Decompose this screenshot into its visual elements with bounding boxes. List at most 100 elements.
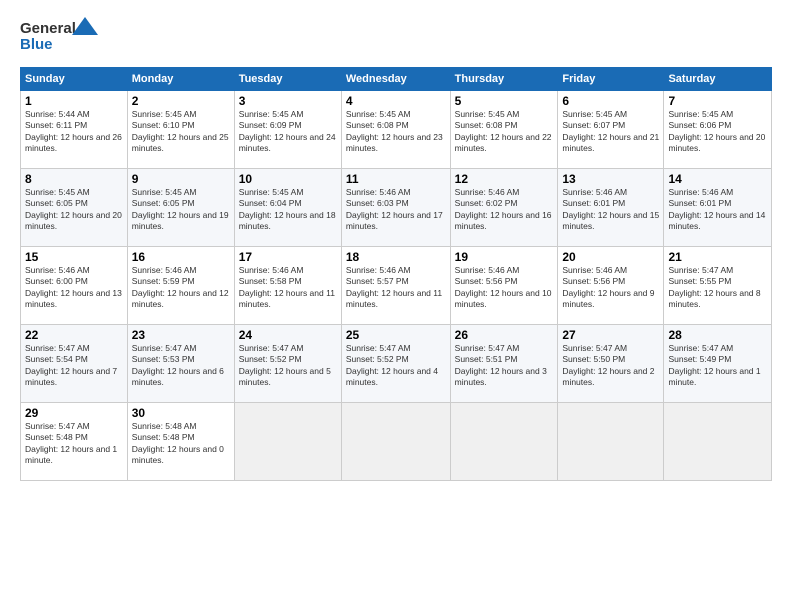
- calendar-day-cell: [234, 403, 341, 481]
- day-info: Sunrise: 5:46 AMSunset: 6:02 PMDaylight:…: [455, 187, 552, 231]
- day-number: 23: [132, 328, 230, 342]
- day-info: Sunrise: 5:47 AMSunset: 5:54 PMDaylight:…: [25, 343, 117, 387]
- calendar-day-cell: 16 Sunrise: 5:46 AMSunset: 5:59 PMDaylig…: [127, 247, 234, 325]
- day-info: Sunrise: 5:45 AMSunset: 6:07 PMDaylight:…: [562, 109, 659, 153]
- calendar-day-cell: 27 Sunrise: 5:47 AMSunset: 5:50 PMDaylig…: [558, 325, 664, 403]
- day-info: Sunrise: 5:47 AMSunset: 5:53 PMDaylight:…: [132, 343, 224, 387]
- day-number: 25: [346, 328, 446, 342]
- calendar-day-cell: [664, 403, 772, 481]
- col-sunday: Sunday: [21, 68, 128, 91]
- header: General Blue: [20, 15, 772, 57]
- calendar-day-cell: 2 Sunrise: 5:45 AMSunset: 6:10 PMDayligh…: [127, 91, 234, 169]
- col-friday: Friday: [558, 68, 664, 91]
- calendar-day-cell: 30 Sunrise: 5:48 AMSunset: 5:48 PMDaylig…: [127, 403, 234, 481]
- day-info: Sunrise: 5:48 AMSunset: 5:48 PMDaylight:…: [132, 421, 224, 465]
- day-number: 27: [562, 328, 659, 342]
- logo: General Blue: [20, 15, 100, 57]
- day-number: 5: [455, 94, 554, 108]
- day-info: Sunrise: 5:45 AMSunset: 6:08 PMDaylight:…: [346, 109, 443, 153]
- calendar-day-cell: 17 Sunrise: 5:46 AMSunset: 5:58 PMDaylig…: [234, 247, 341, 325]
- day-number: 10: [239, 172, 337, 186]
- day-number: 3: [239, 94, 337, 108]
- calendar-day-cell: 23 Sunrise: 5:47 AMSunset: 5:53 PMDaylig…: [127, 325, 234, 403]
- calendar-day-cell: 8 Sunrise: 5:45 AMSunset: 6:05 PMDayligh…: [21, 169, 128, 247]
- calendar-day-cell: 10 Sunrise: 5:45 AMSunset: 6:04 PMDaylig…: [234, 169, 341, 247]
- calendar-day-cell: 5 Sunrise: 5:45 AMSunset: 6:08 PMDayligh…: [450, 91, 558, 169]
- calendar-day-cell: 28 Sunrise: 5:47 AMSunset: 5:49 PMDaylig…: [664, 325, 772, 403]
- day-info: Sunrise: 5:45 AMSunset: 6:06 PMDaylight:…: [668, 109, 765, 153]
- col-saturday: Saturday: [664, 68, 772, 91]
- calendar-week-row: 1 Sunrise: 5:44 AMSunset: 6:11 PMDayligh…: [21, 91, 772, 169]
- day-info: Sunrise: 5:46 AMSunset: 5:56 PMDaylight:…: [455, 265, 552, 309]
- day-number: 4: [346, 94, 446, 108]
- day-number: 17: [239, 250, 337, 264]
- day-info: Sunrise: 5:45 AMSunset: 6:05 PMDaylight:…: [25, 187, 122, 231]
- day-number: 30: [132, 406, 230, 420]
- day-info: Sunrise: 5:45 AMSunset: 6:04 PMDaylight:…: [239, 187, 336, 231]
- calendar-day-cell: 3 Sunrise: 5:45 AMSunset: 6:09 PMDayligh…: [234, 91, 341, 169]
- page: General Blue Sunday Monday Tuesday Wedne…: [0, 0, 792, 612]
- calendar-day-cell: 12 Sunrise: 5:46 AMSunset: 6:02 PMDaylig…: [450, 169, 558, 247]
- calendar-week-row: 15 Sunrise: 5:46 AMSunset: 6:00 PMDaylig…: [21, 247, 772, 325]
- day-info: Sunrise: 5:46 AMSunset: 5:56 PMDaylight:…: [562, 265, 654, 309]
- calendar-day-cell: 13 Sunrise: 5:46 AMSunset: 6:01 PMDaylig…: [558, 169, 664, 247]
- day-info: Sunrise: 5:46 AMSunset: 5:57 PMDaylight:…: [346, 265, 442, 309]
- day-number: 29: [25, 406, 123, 420]
- calendar-day-cell: 6 Sunrise: 5:45 AMSunset: 6:07 PMDayligh…: [558, 91, 664, 169]
- day-number: 6: [562, 94, 659, 108]
- col-thursday: Thursday: [450, 68, 558, 91]
- day-number: 9: [132, 172, 230, 186]
- day-number: 15: [25, 250, 123, 264]
- day-info: Sunrise: 5:47 AMSunset: 5:49 PMDaylight:…: [668, 343, 760, 387]
- calendar-week-row: 22 Sunrise: 5:47 AMSunset: 5:54 PMDaylig…: [21, 325, 772, 403]
- calendar-week-row: 29 Sunrise: 5:47 AMSunset: 5:48 PMDaylig…: [21, 403, 772, 481]
- calendar-day-cell: 14 Sunrise: 5:46 AMSunset: 6:01 PMDaylig…: [664, 169, 772, 247]
- day-number: 12: [455, 172, 554, 186]
- svg-text:General: General: [20, 20, 76, 37]
- svg-text:Blue: Blue: [20, 36, 53, 53]
- calendar-day-cell: 24 Sunrise: 5:47 AMSunset: 5:52 PMDaylig…: [234, 325, 341, 403]
- col-wednesday: Wednesday: [341, 68, 450, 91]
- calendar-day-cell: [341, 403, 450, 481]
- calendar-day-cell: 26 Sunrise: 5:47 AMSunset: 5:51 PMDaylig…: [450, 325, 558, 403]
- day-info: Sunrise: 5:44 AMSunset: 6:11 PMDaylight:…: [25, 109, 122, 153]
- day-number: 19: [455, 250, 554, 264]
- calendar-day-cell: 21 Sunrise: 5:47 AMSunset: 5:55 PMDaylig…: [664, 247, 772, 325]
- day-number: 16: [132, 250, 230, 264]
- day-info: Sunrise: 5:47 AMSunset: 5:48 PMDaylight:…: [25, 421, 117, 465]
- day-info: Sunrise: 5:46 AMSunset: 6:03 PMDaylight:…: [346, 187, 443, 231]
- day-number: 7: [668, 94, 767, 108]
- col-tuesday: Tuesday: [234, 68, 341, 91]
- day-info: Sunrise: 5:46 AMSunset: 6:01 PMDaylight:…: [562, 187, 659, 231]
- day-number: 24: [239, 328, 337, 342]
- calendar-day-cell: 29 Sunrise: 5:47 AMSunset: 5:48 PMDaylig…: [21, 403, 128, 481]
- day-info: Sunrise: 5:47 AMSunset: 5:52 PMDaylight:…: [239, 343, 331, 387]
- calendar-day-cell: [558, 403, 664, 481]
- day-info: Sunrise: 5:45 AMSunset: 6:05 PMDaylight:…: [132, 187, 229, 231]
- day-number: 20: [562, 250, 659, 264]
- calendar-day-cell: 25 Sunrise: 5:47 AMSunset: 5:52 PMDaylig…: [341, 325, 450, 403]
- calendar-week-row: 8 Sunrise: 5:45 AMSunset: 6:05 PMDayligh…: [21, 169, 772, 247]
- calendar-day-cell: 15 Sunrise: 5:46 AMSunset: 6:00 PMDaylig…: [21, 247, 128, 325]
- day-number: 28: [668, 328, 767, 342]
- calendar-day-cell: 9 Sunrise: 5:45 AMSunset: 6:05 PMDayligh…: [127, 169, 234, 247]
- day-number: 18: [346, 250, 446, 264]
- day-info: Sunrise: 5:47 AMSunset: 5:52 PMDaylight:…: [346, 343, 438, 387]
- day-info: Sunrise: 5:45 AMSunset: 6:10 PMDaylight:…: [132, 109, 229, 153]
- day-info: Sunrise: 5:46 AMSunset: 6:00 PMDaylight:…: [25, 265, 122, 309]
- day-number: 14: [668, 172, 767, 186]
- day-info: Sunrise: 5:47 AMSunset: 5:55 PMDaylight:…: [668, 265, 760, 309]
- day-info: Sunrise: 5:46 AMSunset: 5:58 PMDaylight:…: [239, 265, 335, 309]
- day-number: 1: [25, 94, 123, 108]
- calendar-day-cell: 20 Sunrise: 5:46 AMSunset: 5:56 PMDaylig…: [558, 247, 664, 325]
- calendar-day-cell: 1 Sunrise: 5:44 AMSunset: 6:11 PMDayligh…: [21, 91, 128, 169]
- day-info: Sunrise: 5:47 AMSunset: 5:51 PMDaylight:…: [455, 343, 547, 387]
- day-number: 8: [25, 172, 123, 186]
- calendar-day-cell: 11 Sunrise: 5:46 AMSunset: 6:03 PMDaylig…: [341, 169, 450, 247]
- calendar-table: Sunday Monday Tuesday Wednesday Thursday…: [20, 67, 772, 481]
- day-number: 22: [25, 328, 123, 342]
- day-info: Sunrise: 5:47 AMSunset: 5:50 PMDaylight:…: [562, 343, 654, 387]
- day-info: Sunrise: 5:45 AMSunset: 6:08 PMDaylight:…: [455, 109, 552, 153]
- day-info: Sunrise: 5:46 AMSunset: 5:59 PMDaylight:…: [132, 265, 229, 309]
- day-number: 11: [346, 172, 446, 186]
